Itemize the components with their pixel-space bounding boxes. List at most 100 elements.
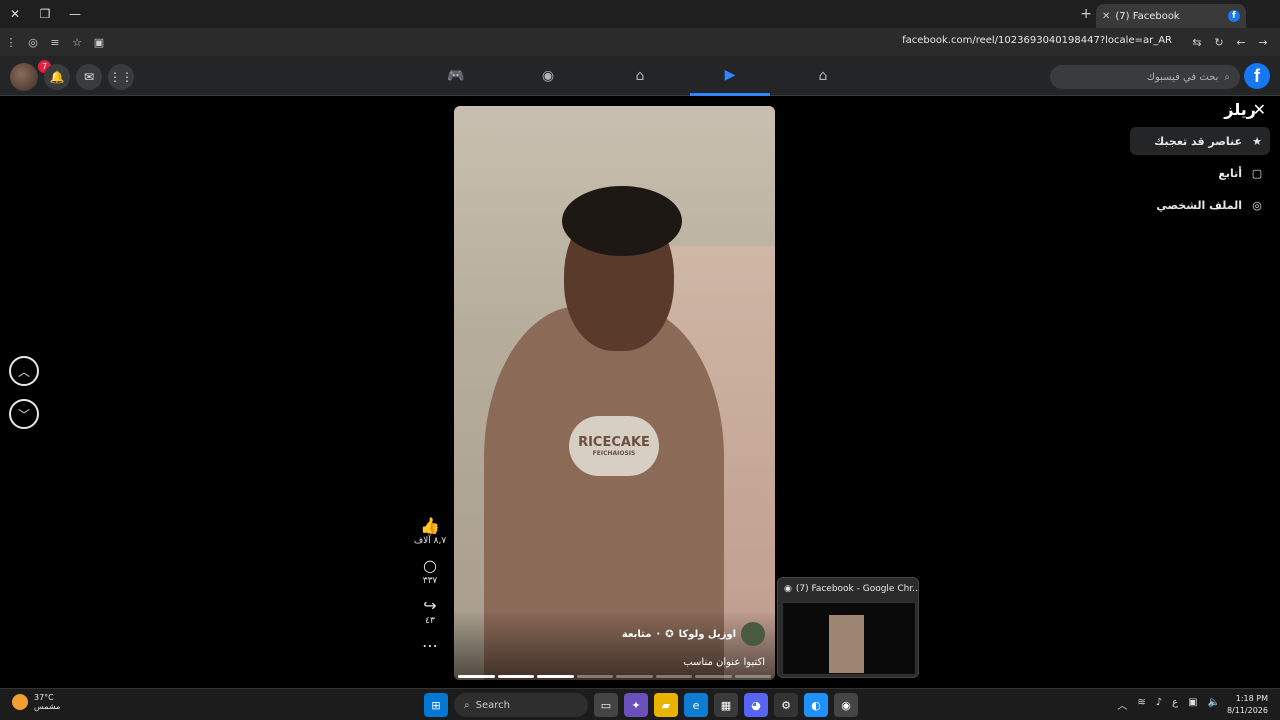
messenger-icon[interactable]: ✉ — [76, 64, 102, 90]
next-reel-button[interactable]: ﹀ — [9, 399, 39, 429]
preview-thumbnail — [782, 602, 916, 675]
taskbar-window-preview[interactable]: ◉ (7) Facebook - Google Chr... — [777, 577, 919, 678]
window-minimize-icon[interactable]: — — [60, 0, 90, 28]
notifications-bell-icon[interactable]: 🔔 — [44, 64, 70, 90]
browser-tab-strip: ✕ ❐ — + ✕ (7) Facebook f — [0, 0, 1280, 28]
sidebar-item-label: الملف الشخصي — [1156, 198, 1242, 212]
comment-count: ٣٣٧ — [422, 576, 438, 586]
tab-home-icon[interactable]: ⌂ — [783, 56, 863, 96]
menu-grid-icon[interactable]: ⋮⋮ — [108, 64, 134, 90]
tab-title: (7) Facebook — [1115, 10, 1180, 22]
sidebar-item-label: أتابع — [1218, 166, 1242, 180]
reel-caption: اكتبوا عنوان مناسب — [683, 657, 765, 668]
weather-temp: 37°C — [34, 693, 54, 702]
author-avatar[interactable] — [741, 622, 765, 646]
hoodie-print: RICECAKE FEICHAIOSIS — [569, 416, 659, 476]
weather-condition: مشمس — [34, 702, 61, 711]
weather-widget[interactable]: 37°C مشمس — [12, 693, 60, 711]
bookmark-star-icon[interactable]: ☆ — [66, 28, 88, 56]
copilot-icon[interactable]: ✦ — [624, 693, 648, 717]
file-explorer-icon[interactable]: ▰ — [654, 693, 678, 717]
verified-icon: ✪ — [665, 628, 674, 640]
previous-reel-button[interactable]: ︿ — [9, 356, 39, 386]
new-tab-icon[interactable]: + — [1080, 6, 1092, 22]
facebook-header: 7 🔔 ✉ ⋮⋮ 🎮 ◉ ⌂ ▶ ⌂ بحث في فيسبوك ⌕ f — [0, 56, 1280, 96]
author-name[interactable]: اوزيل ولوكا — [679, 629, 736, 640]
comment-button[interactable]: ○ ٣٣٧ — [412, 556, 448, 586]
chevron-up-icon[interactable]: ︿ — [1117, 697, 1127, 712]
window-restore-icon[interactable]: ❐ — [30, 0, 60, 28]
chrome-icon[interactable]: ◉ — [834, 693, 858, 717]
star-icon: ★ — [1252, 134, 1262, 148]
browser-toolbar: ⋮ ◎ ≡ ☆ ▣ facebook.com/reel/102369304019… — [0, 28, 1280, 56]
sidebar-item-profile[interactable]: الملف الشخصي ◎ — [1130, 191, 1270, 219]
chrome-icon: ◉ — [784, 584, 792, 594]
tab-gaming-icon[interactable]: 🎮 — [416, 56, 496, 96]
sidebar-item-following[interactable]: أتابع ▢ — [1130, 159, 1270, 187]
extension-icon[interactable]: ▣ — [88, 28, 110, 56]
forward-icon[interactable]: → — [1252, 28, 1274, 56]
reel-progress-bar[interactable] — [458, 675, 771, 678]
browser-tab[interactable]: ✕ (7) Facebook f — [1096, 4, 1246, 28]
clock-date: 8/11/2026 — [1226, 706, 1268, 715]
language-indicator[interactable]: ع — [1172, 697, 1178, 712]
following-icon: ▢ — [1251, 166, 1263, 180]
hoodie-print-subtext: FEICHAIOSIS — [592, 450, 636, 457]
chevron-up-icon: ︿ — [17, 364, 30, 379]
system-tray: ︿ ≋ ♪ ع ▣ 🔈 — [1117, 697, 1220, 712]
tab-reels-icon[interactable]: ▶ — [690, 56, 770, 96]
tab-close-icon[interactable]: ✕ — [1102, 11, 1110, 22]
reels-sidebar: ريلز عناصر قد تعجبك ★ أتابع ▢ الملف الشخ… — [1130, 100, 1270, 223]
edge-icon[interactable]: e — [684, 693, 708, 717]
comment-icon: ○ — [423, 556, 437, 575]
address-bar[interactable]: facebook.com/reel/1023693040198447?local… — [902, 35, 1172, 46]
network-icon[interactable]: ≋ — [1137, 697, 1145, 712]
reel-actions: 👍 ٨,٧ آلاف ○ ٣٣٧ ↪ ٤٣ ⋯ — [412, 516, 448, 666]
account-avatar[interactable] — [10, 63, 38, 91]
reload-icon[interactable]: ↻ — [1208, 28, 1230, 56]
reading-list-icon[interactable]: ≡ — [44, 28, 66, 56]
sidebar-item-label: عناصر قد تعجبك — [1154, 134, 1242, 148]
site-settings-icon[interactable]: ⇆ — [1186, 28, 1208, 56]
share-button[interactable]: ↪ ٤٣ — [412, 596, 448, 626]
facebook-favicon-icon: f — [1228, 10, 1240, 22]
volume-icon[interactable]: 🔈 — [1208, 697, 1220, 712]
display-icon[interactable]: ▣ — [1188, 697, 1197, 712]
tab-marketplace-icon[interactable]: ⌂ — [600, 56, 680, 96]
system-clock[interactable]: 1:18 PM 8/11/2026 — [1227, 693, 1268, 717]
search-icon: ⌕ — [1224, 71, 1230, 83]
store-icon[interactable]: ▦ — [714, 693, 738, 717]
like-icon: 👍 — [420, 516, 440, 535]
reel-video[interactable]: RICECAKE FEICHAIOSIS متابعة · ✪ اوزيل ول… — [454, 106, 775, 680]
discord-icon[interactable]: ◕ — [744, 693, 768, 717]
separator-dot: · — [656, 628, 661, 640]
reel-author[interactable]: متابعة · ✪ اوزيل ولوكا — [622, 622, 765, 646]
windows-taskbar: 37°C مشمس ⊞ ⌕ Search ▭ ✦ ▰ e ▦ ◕ ⚙ ◐ ◉ ︿… — [0, 688, 1280, 720]
share-count: ٤٣ — [425, 616, 435, 626]
sun-icon — [12, 694, 28, 710]
facebook-logo[interactable]: f — [1244, 63, 1270, 89]
sidebar-item-suggested[interactable]: عناصر قد تعجبك ★ — [1130, 127, 1270, 155]
start-windows-icon[interactable]: ⊞ — [424, 693, 448, 717]
window-close-icon[interactable]: ✕ — [0, 0, 30, 28]
menu-dots-icon[interactable]: ⋮ — [0, 28, 22, 56]
settings-gear-icon[interactable]: ⚙ — [774, 693, 798, 717]
profile-icon[interactable]: ◎ — [22, 28, 44, 56]
task-view-icon[interactable]: ▭ — [594, 693, 618, 717]
search-icon: ⌕ — [464, 699, 470, 711]
share-icon: ↪ — [423, 596, 437, 615]
hoodie-print-text: RICECAKE — [578, 435, 650, 450]
follow-button[interactable]: متابعة — [622, 629, 652, 640]
clock-time: 1:18 PM — [1235, 694, 1268, 703]
microphone-icon[interactable]: ♪ — [1156, 697, 1162, 712]
app-icon[interactable]: ◐ — [804, 693, 828, 717]
facebook-search-input[interactable]: بحث في فيسبوك ⌕ — [1050, 65, 1240, 89]
video-person-hair — [562, 186, 682, 256]
chevron-down-icon: ﹀ — [17, 407, 30, 422]
taskbar-search[interactable]: ⌕ Search — [454, 693, 588, 717]
more-dots-icon: ⋯ — [422, 636, 438, 655]
tab-groups-icon[interactable]: ◉ — [508, 56, 588, 96]
back-icon[interactable]: ← — [1230, 28, 1252, 56]
more-options-button[interactable]: ⋯ — [412, 636, 448, 656]
like-button[interactable]: 👍 ٨,٧ آلاف — [412, 516, 448, 546]
